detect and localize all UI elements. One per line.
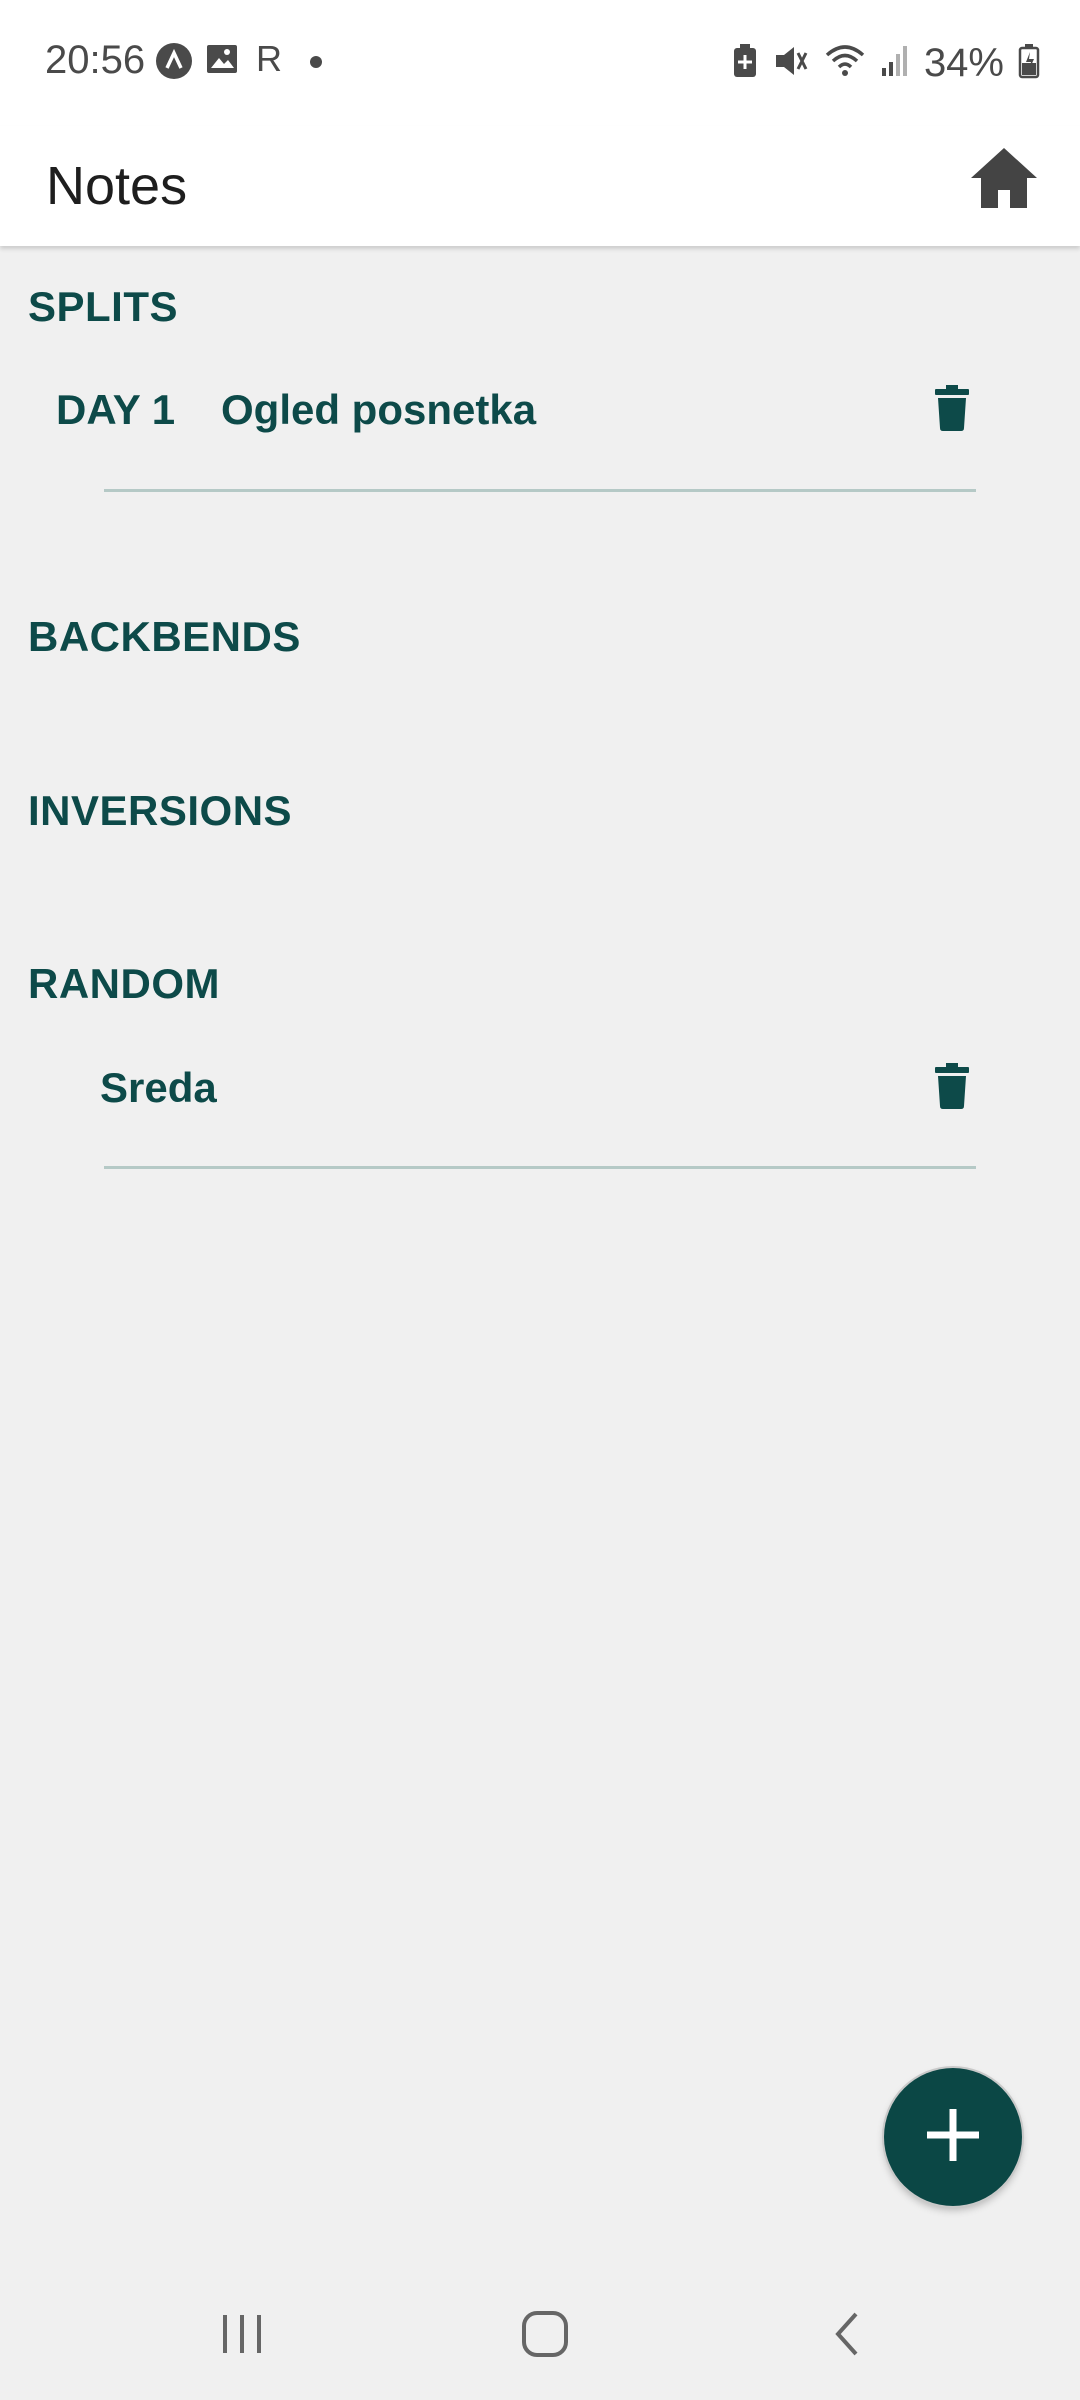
app-bar: Notes: [0, 126, 1080, 246]
home-circle-icon: [521, 2310, 569, 2363]
mute-icon: [772, 43, 810, 84]
section-title-inversions: INVERSIONS: [28, 787, 293, 834]
wifi-icon: [824, 43, 866, 84]
section-title-random: RANDOM: [28, 960, 220, 1007]
signal-icon: [880, 44, 910, 83]
status-time: 20:56: [45, 38, 146, 82]
home-button[interactable]: [964, 132, 1044, 228]
note-item[interactable]: DAY 1 Ogled posnetka: [0, 380, 1000, 480]
note-title: Sreda: [100, 1064, 217, 1111]
note-item[interactable]: Sreda: [0, 1058, 1000, 1158]
status-bar: 20:56 R 34%: [0, 0, 1080, 126]
image-icon: [205, 42, 239, 81]
add-note-button[interactable]: [884, 2068, 1022, 2206]
battery-icon: [1018, 43, 1040, 84]
app-notification-icon: [155, 42, 193, 85]
delete-note-button[interactable]: [928, 1058, 976, 1118]
battery-percent: 34%: [923, 40, 1004, 85]
r-indicator: R: [256, 38, 282, 79]
section-title-backbends: BACKBENDS: [28, 613, 301, 660]
home-icon: [969, 146, 1039, 215]
status-icons: 34%: [732, 38, 1040, 88]
home-nav-button[interactable]: [505, 2304, 585, 2368]
recent-apps-icon: [219, 2313, 265, 2360]
recent-apps-button[interactable]: [202, 2304, 282, 2368]
note-label: DAY 1: [56, 386, 176, 433]
divider: [104, 489, 976, 492]
system-nav-bar: [0, 2270, 1080, 2400]
delete-note-button[interactable]: [928, 380, 976, 440]
plus-icon: [923, 2105, 983, 2170]
trash-icon: [935, 1062, 969, 1114]
divider: [104, 1166, 976, 1169]
back-button[interactable]: [807, 2304, 887, 2368]
dot-icon: [310, 55, 322, 73]
page-title: Notes: [46, 156, 188, 216]
back-icon: [832, 2310, 862, 2363]
trash-icon: [935, 384, 969, 436]
section-title-splits: SPLITS: [28, 283, 179, 330]
battery-saver-icon: [732, 43, 758, 84]
note-title: Ogled posnetka: [221, 386, 537, 433]
